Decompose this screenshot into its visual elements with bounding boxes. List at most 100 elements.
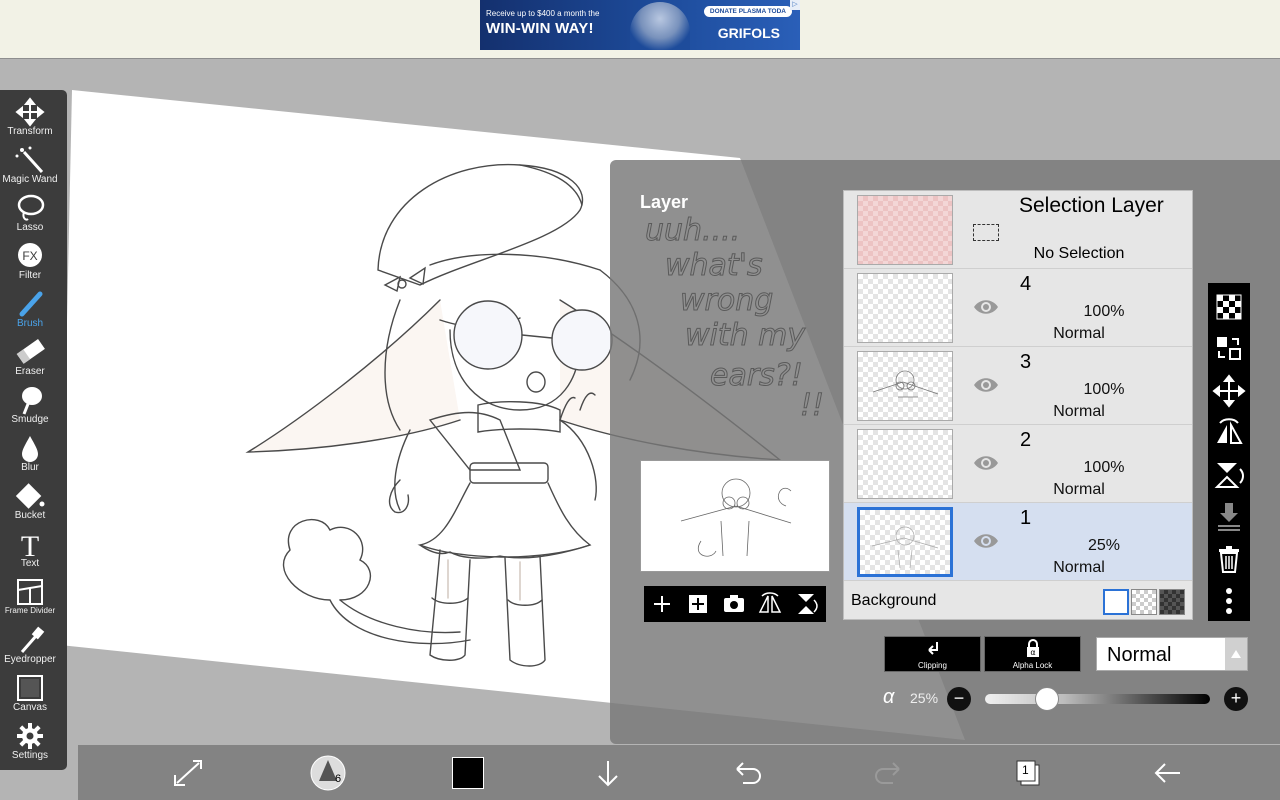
alpha-lock-button[interactable]: α Alpha Lock bbox=[984, 636, 1081, 672]
tool-label-eyedropper: Eyedropper bbox=[4, 654, 56, 665]
eye-icon[interactable] bbox=[972, 375, 1000, 395]
svg-text:FX: FX bbox=[22, 249, 37, 263]
layer-blend-mode: Normal bbox=[1053, 403, 1105, 420]
tool-settings[interactable]: Settings bbox=[0, 720, 60, 768]
opacity-decrease-button[interactable]: − bbox=[947, 687, 971, 711]
tool-eraser[interactable]: Eraser bbox=[0, 336, 60, 384]
brush-size-button[interactable]: 6 bbox=[303, 745, 353, 800]
tool-text[interactable]: T Text bbox=[0, 528, 60, 576]
layer-thumbnail bbox=[857, 351, 953, 421]
layer-row[interactable]: 2 100% Normal bbox=[844, 425, 1192, 503]
tool-canvas[interactable]: Canvas bbox=[0, 672, 60, 720]
tool-label-lasso: Lasso bbox=[16, 222, 44, 233]
layer-row-active[interactable]: 1 25% Normal bbox=[844, 503, 1192, 581]
clipping-button[interactable]: Clipping bbox=[884, 636, 981, 672]
canvas-preview[interactable] bbox=[640, 460, 830, 572]
back-button[interactable] bbox=[1143, 745, 1193, 800]
svg-text:T: T bbox=[21, 530, 39, 560]
flip-layer-button[interactable] bbox=[752, 586, 788, 622]
layer-panel: Layer uuh.... what's wrong with my ears?… bbox=[610, 160, 1280, 744]
checker-transparent-button[interactable] bbox=[1208, 287, 1250, 327]
svg-text:with my: with my bbox=[685, 318, 806, 353]
camera-import-button[interactable] bbox=[716, 586, 752, 622]
flip-horizontal-button[interactable] bbox=[1208, 413, 1250, 453]
add-layer-button[interactable] bbox=[644, 586, 680, 622]
plus-icon bbox=[654, 596, 670, 612]
tool-label-canvas: Canvas bbox=[13, 702, 47, 713]
tool-frame-divider[interactable]: Frame Divider bbox=[0, 576, 60, 624]
delete-layer-button[interactable] bbox=[1208, 539, 1250, 579]
svg-text:α: α bbox=[1030, 648, 1035, 657]
background-label: Background bbox=[851, 592, 937, 609]
more-options-button[interactable] bbox=[1208, 581, 1250, 621]
background-row: Background bbox=[844, 583, 1192, 619]
bucket-icon bbox=[15, 483, 45, 509]
opacity-slider-knob[interactable] bbox=[1035, 687, 1060, 711]
tool-label-transform: Transform bbox=[7, 126, 53, 137]
layer-blend-mode: Normal bbox=[1053, 481, 1105, 498]
eye-icon[interactable] bbox=[972, 297, 1000, 317]
blend-mode-value: Normal bbox=[1107, 644, 1172, 666]
tool-transform[interactable]: Transform bbox=[0, 96, 60, 144]
tool-blur[interactable]: Blur bbox=[0, 432, 60, 480]
move-arrows-icon bbox=[1212, 374, 1246, 408]
eye-icon[interactable] bbox=[972, 453, 1000, 473]
merge-down-button[interactable] bbox=[1208, 497, 1250, 537]
add-copy-layer-button[interactable] bbox=[680, 586, 716, 622]
layer-row[interactable]: 4 100% Normal bbox=[844, 269, 1192, 347]
ad-bar: Receive up to $400 a month the WIN-WIN W… bbox=[0, 0, 1280, 59]
ad-choices-icon[interactable]: ▷ bbox=[790, 0, 800, 10]
current-color-swatch[interactable] bbox=[452, 757, 484, 789]
background-checker-light-swatch[interactable] bbox=[1131, 589, 1157, 615]
layers-button[interactable]: 1 bbox=[1003, 745, 1053, 800]
layer-opacity: 25% bbox=[1087, 537, 1121, 554]
selection-layer-row[interactable]: Selection Layer No Selection bbox=[844, 191, 1192, 269]
tool-bucket[interactable]: Bucket bbox=[0, 480, 60, 528]
dropdown-arrow-icon bbox=[1225, 638, 1247, 670]
magic-wand-icon bbox=[15, 146, 44, 174]
plus-square-icon bbox=[689, 595, 707, 613]
tool-filter[interactable]: FX Filter bbox=[0, 240, 60, 288]
opacity-slider[interactable] bbox=[985, 687, 1210, 711]
layer-row[interactable]: 3 100% Normal bbox=[844, 347, 1192, 425]
layer-name: 4 bbox=[1020, 273, 1032, 295]
background-checker-dark-swatch[interactable] bbox=[1159, 589, 1185, 615]
checkerboard-icon bbox=[1216, 294, 1242, 320]
ad-cta-button[interactable]: DONATE PLASMA TODA bbox=[703, 6, 792, 17]
flip-vertical-button-side[interactable] bbox=[1208, 455, 1250, 495]
background-white-swatch[interactable] bbox=[1103, 589, 1129, 615]
swap-layers-button[interactable] bbox=[1208, 329, 1250, 369]
tool-lasso[interactable]: Lasso bbox=[0, 192, 60, 240]
move-layer-button[interactable] bbox=[1208, 371, 1250, 411]
blend-mode-select[interactable]: Normal bbox=[1096, 637, 1248, 671]
layer-count: 1 bbox=[1022, 763, 1029, 777]
ad-banner[interactable]: Receive up to $400 a month the WIN-WIN W… bbox=[480, 0, 800, 50]
opacity-value: 25% bbox=[910, 690, 939, 706]
tool-label-filter: Filter bbox=[18, 270, 42, 281]
eye-icon[interactable] bbox=[972, 531, 1000, 551]
tool-label-brush: Brush bbox=[16, 318, 44, 329]
eyedropper-icon bbox=[20, 626, 45, 653]
redo-button[interactable] bbox=[863, 745, 913, 800]
handwriting-text: uuh.... what's wrong with my ears?! !! bbox=[645, 213, 825, 424]
tool-eyedropper[interactable]: Eyedropper bbox=[0, 624, 60, 672]
undo-button[interactable] bbox=[723, 745, 773, 800]
ad-small-text: Receive up to $400 a month the bbox=[486, 9, 600, 18]
opacity-row: α 25% − + bbox=[880, 684, 1270, 714]
tool-brush[interactable]: Brush bbox=[0, 288, 60, 336]
flip-vertical-icon bbox=[1214, 463, 1244, 488]
send-down-button[interactable] bbox=[583, 745, 633, 800]
layer-opacity: 100% bbox=[1083, 459, 1125, 476]
selection-layer-title: Selection Layer bbox=[1019, 194, 1164, 217]
layer-thumbnail bbox=[857, 273, 953, 343]
trash-icon bbox=[1219, 546, 1239, 573]
layer-thumbnail bbox=[857, 507, 953, 577]
droplet-icon bbox=[22, 436, 38, 462]
flip-horizontal-icon bbox=[1217, 418, 1243, 444]
modify-tools-button[interactable] bbox=[163, 745, 213, 800]
tool-magic-wand[interactable]: Magic Wand bbox=[0, 144, 60, 192]
tool-smudge[interactable]: Smudge bbox=[0, 384, 60, 432]
opacity-increase-button[interactable]: + bbox=[1224, 687, 1248, 711]
flip-vertical-button[interactable] bbox=[788, 586, 824, 622]
bottom-toolbar: 6 1 bbox=[78, 745, 1280, 800]
